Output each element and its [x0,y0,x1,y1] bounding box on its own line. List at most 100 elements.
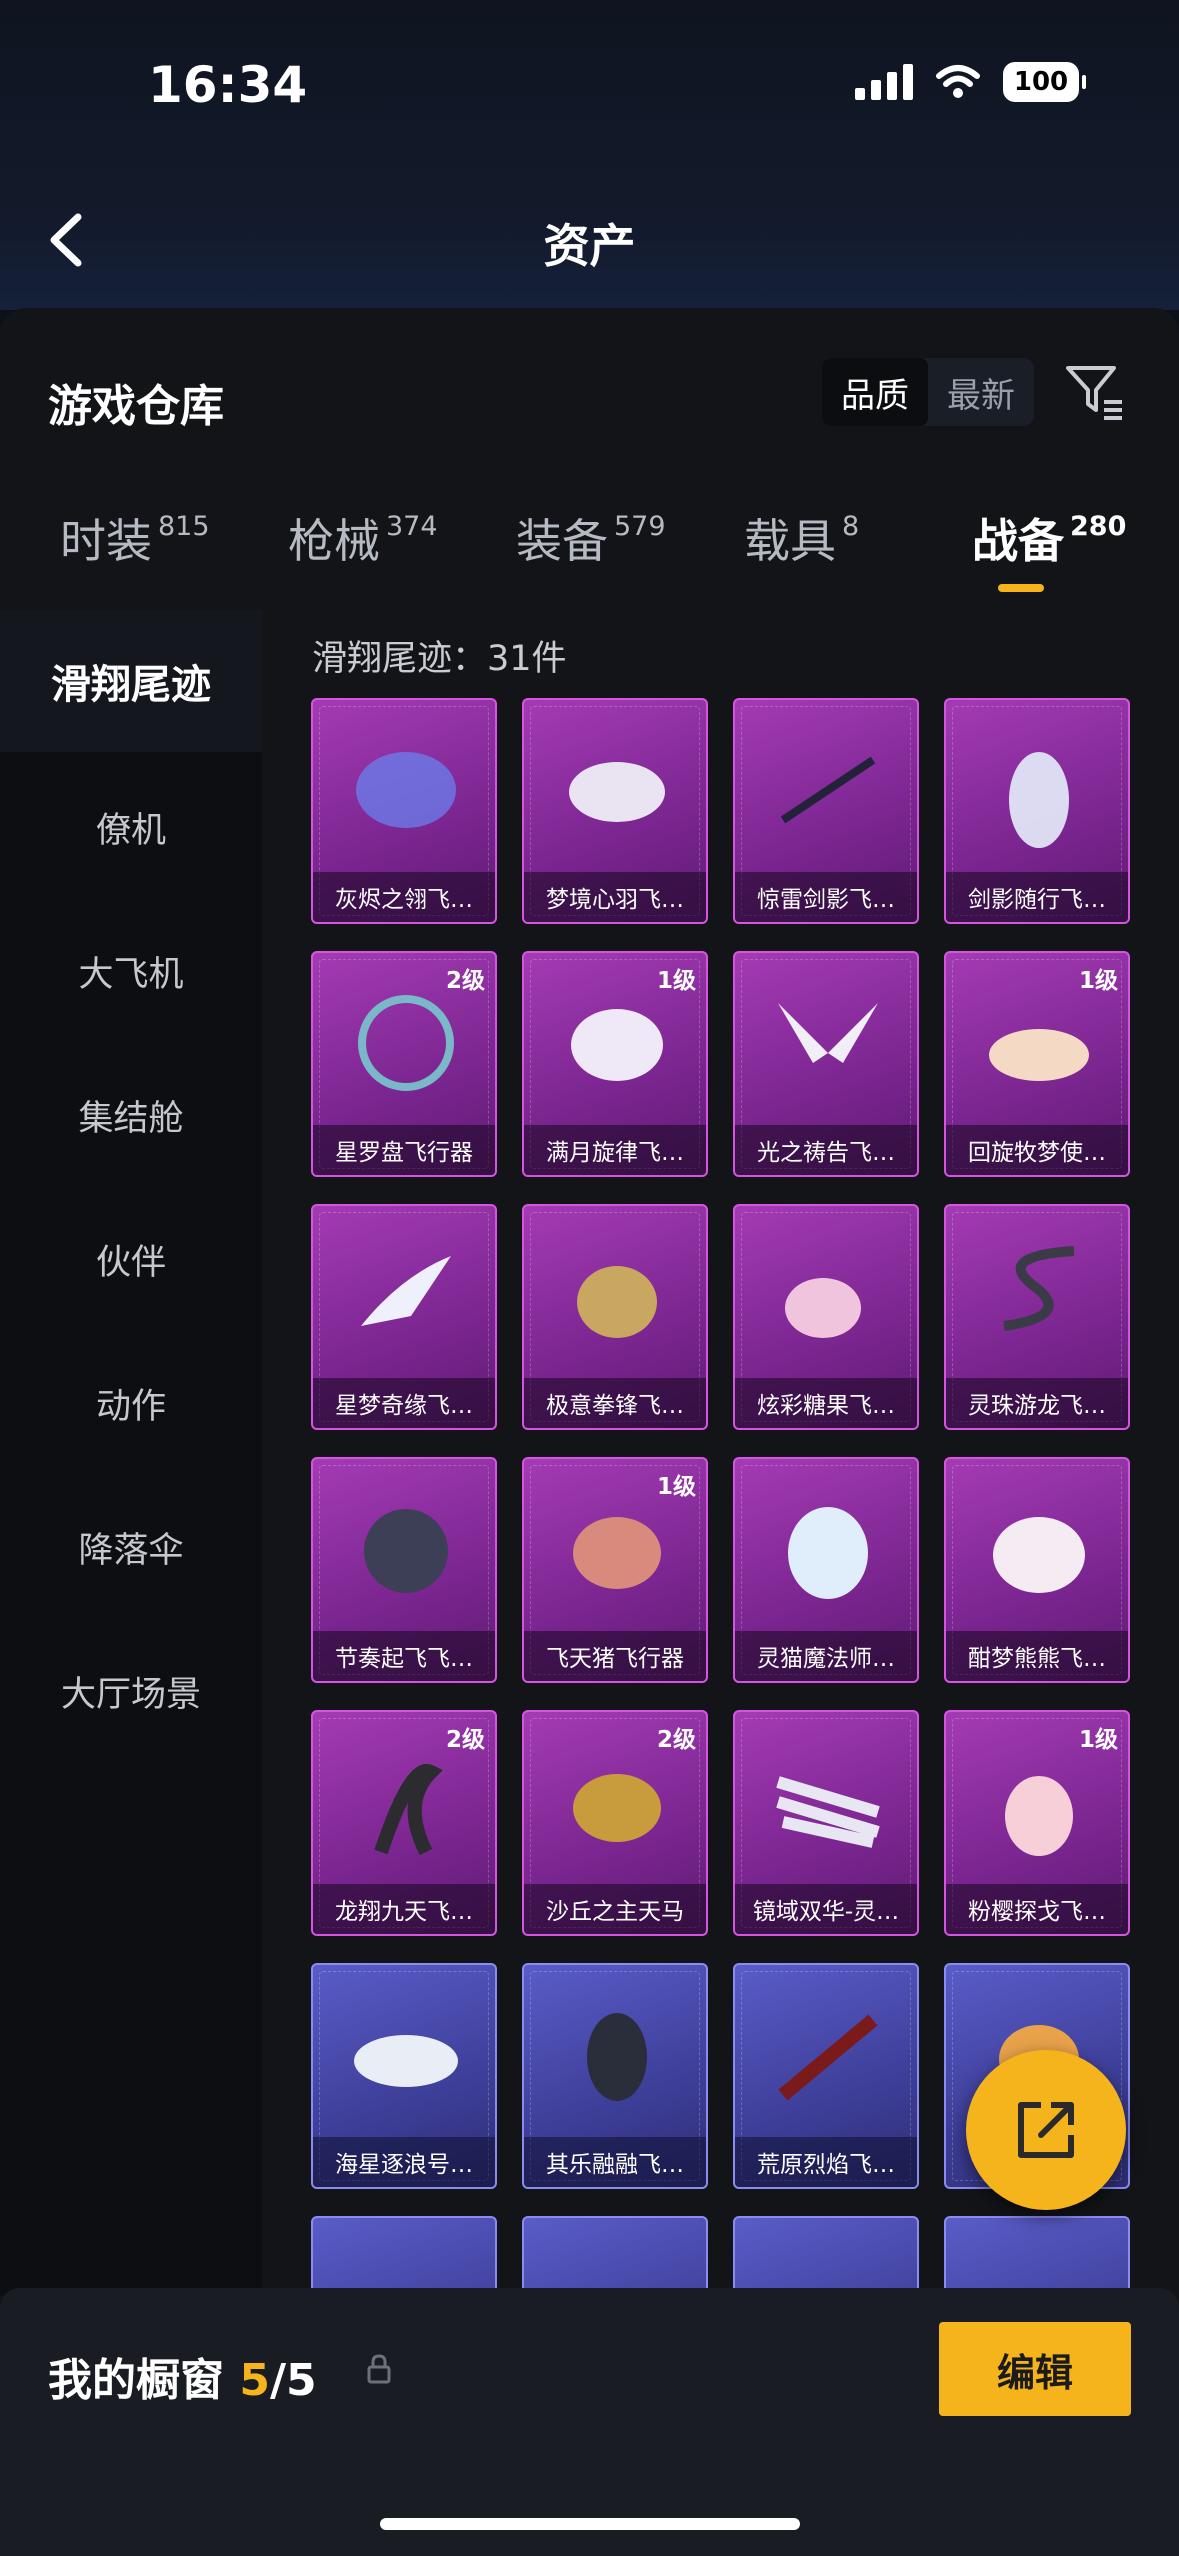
wifi-icon [936,65,980,98]
item-name: 粉樱探戈飞… [946,1884,1128,1934]
lock-icon [367,2354,391,2384]
sort-latest-button[interactable]: 最新 [928,358,1034,426]
sidebar-item-glide-trail[interactable]: 滑翔尾迹 [0,610,262,752]
item-level-badge: 1级 [656,1474,696,1500]
share-button[interactable] [966,2050,1126,2210]
battery-icon: 100 [1003,62,1086,102]
item-name: 镜域双华-灵… [735,1884,917,1934]
item-card[interactable]: 星梦奇缘飞… [311,1204,497,1430]
sidebar-item-lobby-scene[interactable]: 大厅场景 [0,1666,262,1717]
sort-toggle: 品质 最新 [822,358,1034,426]
filter-icon[interactable] [1062,358,1128,424]
sidebar-item-action[interactable]: 动作 [0,1378,262,1429]
item-artwork-icon [778,2014,878,2101]
item-card[interactable]: 2级 沙丘之主天马 [522,1710,708,1936]
item-artwork-icon [354,2035,458,2087]
item-card[interactable]: 酣梦熊熊飞… [944,1457,1130,1683]
item-card[interactable]: 荒原烈焰飞… [733,1963,919,2189]
item-card[interactable]: 1级回旋牧梦使… [944,951,1130,1177]
item-name: 荒原烈焰飞… [735,2137,917,2187]
item-card[interactable]: 镜域双华-灵… [733,1710,919,1936]
item-grid: 灰烬之翎飞… 梦境心羽飞… 惊雷剑影飞… 剑影随行飞… 2级 星罗盘飞行器 1级 满月旋律飞…… [311,698,1131,2298]
active-tab-indicator [998,584,1044,592]
item-name: 飞天猪飞行器 [524,1631,706,1681]
item-name: 光之祷告飞… [735,1125,917,1175]
item-card[interactable]: 节奏起飞飞… [311,1457,497,1683]
item-artwork-icon [358,995,454,1091]
sidebar-item-parachute[interactable]: 降落伞 [0,1522,262,1573]
category-sidebar: 滑翔尾迹 僚机 大飞机 集结舱 伙伴 动作 降落伞 大厅场景 [0,610,262,2296]
tab-fashion[interactable]: 时装 815 [60,505,210,571]
item-name: 星梦奇缘飞… [313,1378,495,1428]
item-card[interactable] [311,2216,497,2298]
item-name: 炫彩糖果飞… [735,1378,917,1428]
item-card[interactable]: 剑影随行飞… [944,698,1130,924]
item-card[interactable]: 1级 满月旋律飞… [522,951,708,1177]
sort-quality-button[interactable]: 品质 [822,358,928,426]
item-card[interactable]: 1级粉樱探戈飞… [944,1710,1130,1936]
item-artwork-icon [374,1764,443,1856]
item-card[interactable]: 2级星罗盘飞行器 [311,951,497,1177]
item-level-badge: 2级 [445,968,485,994]
item-name: 酣梦熊熊飞… [946,1631,1128,1681]
item-artwork-icon [361,1256,451,1326]
item-card[interactable] [733,2216,919,2298]
tab-combat-gear[interactable]: 战备 280 [972,505,1126,571]
item-artwork-icon [989,1029,1089,1081]
item-card[interactable] [522,2216,708,2298]
item-artwork-icon [780,756,876,824]
item-name: 星罗盘飞行器 [313,1125,495,1175]
item-card[interactable]: 极意拳锋飞… [522,1204,708,1430]
tab-equipment[interactable]: 装备 579 [516,505,666,571]
item-artwork-icon [778,1003,878,1063]
tab-firearms[interactable]: 枪械 374 [288,505,438,571]
item-artwork-icon [776,1776,880,1848]
item-card[interactable]: 光之祷告飞… [733,951,919,1177]
item-card[interactable]: 灵珠游龙飞… [944,1204,1130,1430]
item-artwork-icon [1009,752,1069,848]
page-title: 资产 [543,219,636,273]
sidebar-item-companion[interactable]: 伙伴 [0,1234,262,1285]
item-card[interactable]: 其乐融融飞… [522,1963,708,2189]
item-artwork-icon [1005,1776,1073,1856]
warehouse-title: 游戏仓库 [48,381,224,432]
item-name: 惊雷剑影飞… [735,872,917,922]
status-time: 16:34 [148,56,308,114]
item-artwork-icon [573,1517,661,1589]
item-name: 海星逐浪号… [313,2137,495,2187]
item-card[interactable]: 惊雷剑影飞… [733,698,919,924]
item-artwork-icon [993,1517,1085,1593]
sidebar-item-assembly-pod[interactable]: 集结舱 [0,1090,262,1141]
item-name: 回旋牧梦使… [946,1125,1128,1175]
item-card[interactable]: 灰烬之翎飞… [311,698,497,924]
item-artwork-icon [1003,1246,1075,1331]
item-level-badge: 1级 [1078,1727,1118,1753]
item-card[interactable]: 梦境心羽飞… [522,698,708,924]
item-artwork-icon [573,1774,661,1842]
status-icons: 100 [855,62,1086,102]
item-name: 龙翔九天飞… [313,1884,495,1934]
item-level-badge: 2级 [445,1727,485,1753]
item-artwork-icon [785,1278,861,1338]
item-artwork-icon [356,752,456,828]
item-name: 满月旋律飞… [524,1125,706,1175]
item-card[interactable]: 海星逐浪号… [311,1963,497,2189]
item-level-badge: 1级 [1078,968,1118,994]
tab-vehicles[interactable]: 载具 8 [744,505,859,571]
home-indicator [380,2518,800,2530]
item-name: 灰烬之翎飞… [313,872,495,922]
item-card[interactable]: 炫彩糖果飞… [733,1204,919,1430]
sidebar-item-big-plane[interactable]: 大飞机 [0,946,262,997]
item-artwork-icon [364,1509,448,1593]
item-card[interactable]: 灵猫魔法师… [733,1457,919,1683]
item-name: 极意拳锋飞… [524,1378,706,1428]
item-card[interactable]: 1级飞天猪飞行器 [522,1457,708,1683]
item-card[interactable]: 2级龙翔九天飞… [311,1710,497,1936]
item-name: 沙丘之主天马 [524,1884,706,1934]
sidebar-item-wingman[interactable]: 僚机 [0,802,262,853]
item-count-label: 滑翔尾迹：31件 [312,639,567,679]
item-name: 其乐融融飞… [524,2137,706,2187]
item-card[interactable] [944,2216,1130,2298]
item-artwork-icon [571,1009,663,1081]
edit-button[interactable]: 编辑 [939,2322,1131,2416]
